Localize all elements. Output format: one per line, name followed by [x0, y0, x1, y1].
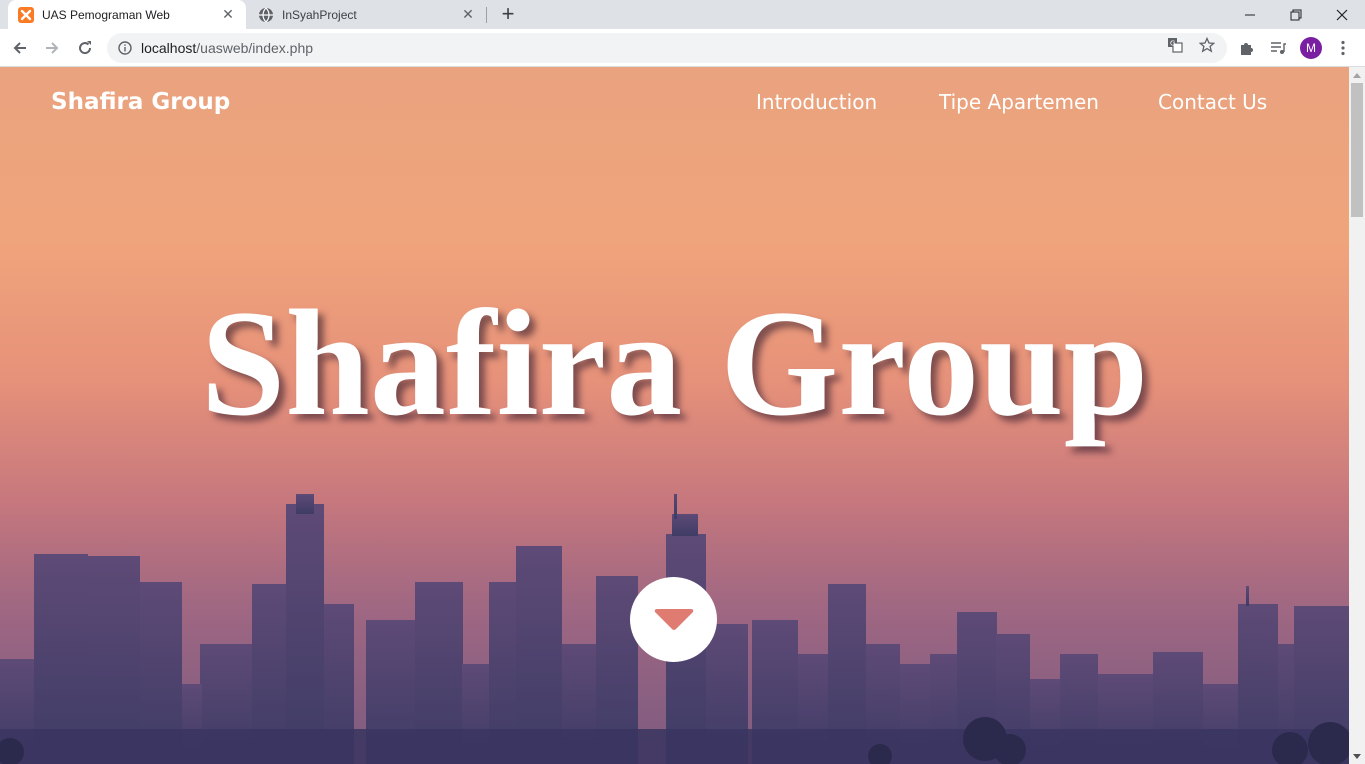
- close-tab-icon[interactable]: ✕: [460, 6, 476, 23]
- tab-title: InSyahProject: [282, 7, 357, 22]
- address-host: localhost: [141, 40, 197, 56]
- minimize-button[interactable]: [1227, 0, 1273, 29]
- scroll-down-arrow-icon[interactable]: [1349, 748, 1365, 764]
- tab-separator: [486, 7, 487, 23]
- scroll-thumb[interactable]: [1351, 83, 1363, 217]
- media-queue-icon[interactable]: [1269, 39, 1287, 57]
- nav-contact-us[interactable]: Contact Us: [1158, 90, 1267, 114]
- address-bar[interactable]: localhost/uasweb/index.php: [107, 33, 1227, 63]
- close-tab-icon[interactable]: ✕: [220, 6, 236, 23]
- caret-down-icon: [654, 608, 693, 630]
- globe-icon: [258, 7, 274, 23]
- restore-button[interactable]: [1273, 0, 1319, 29]
- forward-arrow-icon: [46, 42, 59, 54]
- hero-section: Shafira Group Introduction Tipe Aparteme…: [0, 67, 1349, 764]
- tab-insyahproject[interactable]: InSyahProject ✕: [248, 0, 486, 29]
- svg-text:G: G: [1170, 40, 1175, 48]
- back-arrow-icon: [13, 42, 26, 54]
- tab-uas-pemograman-web[interactable]: UAS Pemograman Web ✕: [8, 0, 246, 29]
- address-url: localhost/uasweb/index.php: [141, 40, 313, 56]
- address-path: /uasweb/index.php: [196, 40, 314, 56]
- extensions-puzzle-icon[interactable]: [1238, 39, 1256, 57]
- tab-title: UAS Pemograman Web: [42, 7, 170, 22]
- site-info-icon[interactable]: [117, 40, 133, 56]
- close-window-button[interactable]: [1319, 0, 1365, 29]
- reload-icon: [79, 41, 92, 55]
- browser-toolbar: localhost/uasweb/index.php G M: [0, 29, 1365, 67]
- new-tab-button[interactable]: +: [497, 3, 519, 25]
- forward-button[interactable]: [38, 34, 66, 62]
- hero-title: Shafira Group: [200, 279, 1149, 447]
- reload-button[interactable]: [71, 34, 99, 62]
- page-scrollbar[interactable]: [1349, 67, 1365, 764]
- bookmark-star-icon[interactable]: [1198, 36, 1216, 54]
- nav-introduction[interactable]: Introduction: [756, 90, 877, 114]
- profile-avatar[interactable]: M: [1300, 37, 1322, 59]
- back-button[interactable]: [6, 34, 34, 62]
- xampp-icon: [18, 6, 34, 23]
- site-brand-logo[interactable]: Shafira Group: [51, 89, 230, 115]
- tab-strip: UAS Pemograman Web ✕ InSyahProject ✕ +: [0, 0, 1365, 29]
- nav-tipe-apartemen[interactable]: Tipe Apartemen: [939, 90, 1099, 114]
- translate-icon[interactable]: G: [1166, 36, 1184, 54]
- page-viewport: Shafira Group Introduction Tipe Aparteme…: [0, 67, 1349, 764]
- scroll-down-button[interactable]: [630, 577, 717, 662]
- scroll-up-arrow-icon[interactable]: [1349, 67, 1365, 83]
- browser-menu-icon[interactable]: [1334, 39, 1352, 57]
